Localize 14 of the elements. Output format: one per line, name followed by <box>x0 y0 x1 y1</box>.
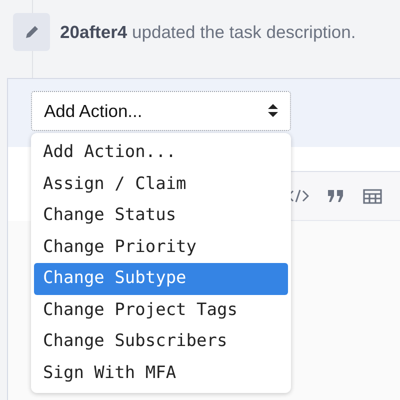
menu-option[interactable]: Add Action... <box>34 137 288 168</box>
action-select[interactable]: Add Action... <box>31 91 291 131</box>
menu-option[interactable]: Sign With MFA <box>34 358 288 389</box>
menu-option[interactable]: Change Subscribers <box>34 326 288 358</box>
menu-option[interactable]: Change Project Tags <box>34 294 288 326</box>
dropdown-arrows-icon <box>268 104 278 118</box>
quote-icon[interactable] <box>327 189 345 203</box>
menu-option[interactable]: Change Status <box>34 200 288 232</box>
story-text: 20after4 updated the task description. <box>60 22 356 42</box>
table-icon[interactable] <box>363 188 382 204</box>
menu-option[interactable]: Assign / Claim <box>34 168 288 200</box>
menu-option[interactable]: Change Priority <box>34 232 288 263</box>
menu-option[interactable]: Change Subtype <box>34 263 288 294</box>
pencil-icon <box>24 25 38 39</box>
